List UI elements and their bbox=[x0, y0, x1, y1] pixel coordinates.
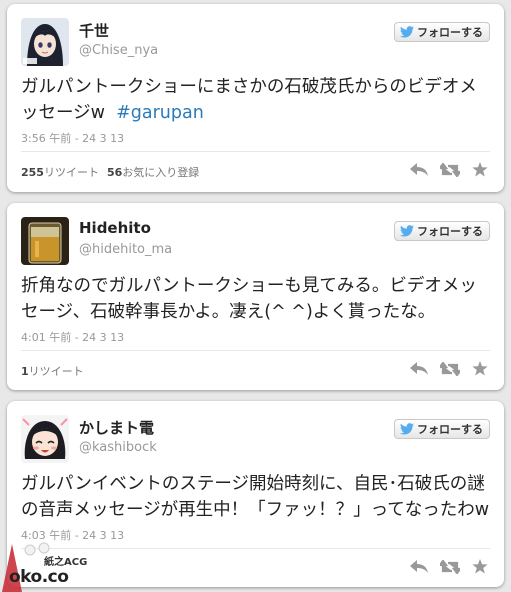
watermark-subtext: 紙之ACG bbox=[44, 557, 88, 568]
user-handle[interactable]: @Chise_nya bbox=[79, 43, 158, 58]
display-name[interactable]: Hidehito bbox=[79, 219, 151, 237]
tweet-timestamp[interactable]: 3:56 午前 - 24 3 13 bbox=[21, 130, 124, 146]
follow-label: フォローする bbox=[417, 225, 483, 238]
tweet-card: Hidehito @hidehito_ma フォローする 折角なのでガルパントー… bbox=[7, 203, 504, 390]
tweet-text: ガルパントークショーにまさかの石破茂氏からのビデオメッセージw #garupan bbox=[21, 74, 490, 126]
tweet-timestamp[interactable]: 4:01 午前 - 24 3 13 bbox=[21, 329, 124, 345]
avatar[interactable] bbox=[21, 415, 69, 463]
retweet-count-label: リツイート bbox=[43, 166, 99, 179]
avatar[interactable] bbox=[21, 217, 69, 265]
display-name[interactable]: 千世 bbox=[79, 20, 109, 41]
tweet-actions bbox=[410, 559, 488, 574]
user-handle[interactable]: @kashibock bbox=[79, 440, 157, 455]
tweet-stats: 1リツイート bbox=[21, 363, 84, 379]
follow-button[interactable]: フォローする bbox=[394, 221, 490, 241]
retweet-icon[interactable] bbox=[440, 559, 460, 574]
follow-button[interactable]: フォローする bbox=[394, 419, 490, 439]
reply-icon[interactable] bbox=[410, 162, 428, 177]
twitter-bird-icon bbox=[400, 225, 414, 237]
tweet-body: ガルパンイベントのステージ開始時刻に、自民･石破氏の謎の音声メッセージが再生中！… bbox=[21, 474, 490, 520]
tweet-actions bbox=[410, 162, 488, 177]
divider bbox=[21, 548, 490, 549]
tweet-text: 折角なのでガルパントークショーも見てみる。ビデオメッセージ、石破幹事長かよ。凄え… bbox=[21, 273, 490, 325]
retweet-count[interactable]: 255 bbox=[21, 166, 44, 179]
reply-icon[interactable] bbox=[410, 361, 428, 376]
retweet-count[interactable]: 1 bbox=[21, 365, 29, 378]
avatar[interactable] bbox=[21, 18, 69, 66]
retweet-count-label: リツイート bbox=[28, 365, 84, 378]
tweet-stats: 255リツイート 56お気に入り登録 bbox=[21, 164, 199, 180]
divider bbox=[21, 151, 490, 152]
follow-label: フォローする bbox=[417, 26, 483, 39]
tweet-text: ガルパンイベントのステージ開始時刻に、自民･石破氏の謎の音声メッセージが再生中！… bbox=[21, 471, 490, 523]
reply-icon[interactable] bbox=[410, 559, 428, 574]
favorite-star-icon[interactable] bbox=[472, 162, 488, 177]
watermark-text: oko.co bbox=[9, 567, 69, 587]
display-name[interactable]: かしまト電 bbox=[79, 417, 154, 438]
divider bbox=[21, 350, 490, 351]
follow-label: フォローする bbox=[417, 423, 483, 436]
tweet-actions bbox=[410, 361, 488, 376]
favorite-star-icon[interactable] bbox=[472, 559, 488, 574]
hashtag-link[interactable]: #garupan bbox=[116, 103, 204, 123]
retweet-icon[interactable] bbox=[440, 162, 460, 177]
follow-button[interactable]: フォローする bbox=[394, 22, 490, 42]
favorite-count-label: お気に入り登録 bbox=[122, 166, 200, 179]
favorite-count[interactable]: 56 bbox=[107, 166, 122, 179]
tweet-body: ガルパントークショーにまさかの石破茂氏からのビデオメッセージw bbox=[21, 77, 477, 123]
twitter-bird-icon bbox=[400, 423, 414, 435]
tweet-body: 折角なのでガルパントークショーも見てみる。ビデオメッセージ、石破幹事長かよ。凄え… bbox=[21, 276, 477, 322]
tweet-card: 千世 @Chise_nya フォローする ガルパントークショーにまさかの石破茂氏… bbox=[7, 4, 504, 192]
site-watermark: 紙之ACG oko.co bbox=[0, 540, 90, 592]
favorite-star-icon[interactable] bbox=[472, 361, 488, 376]
user-handle[interactable]: @hidehito_ma bbox=[79, 242, 172, 257]
twitter-bird-icon bbox=[400, 26, 414, 38]
retweet-icon[interactable] bbox=[440, 361, 460, 376]
tweet-screenshot: 千世 @Chise_nya フォローする ガルパントークショーにまさかの石破茂氏… bbox=[0, 0, 511, 592]
